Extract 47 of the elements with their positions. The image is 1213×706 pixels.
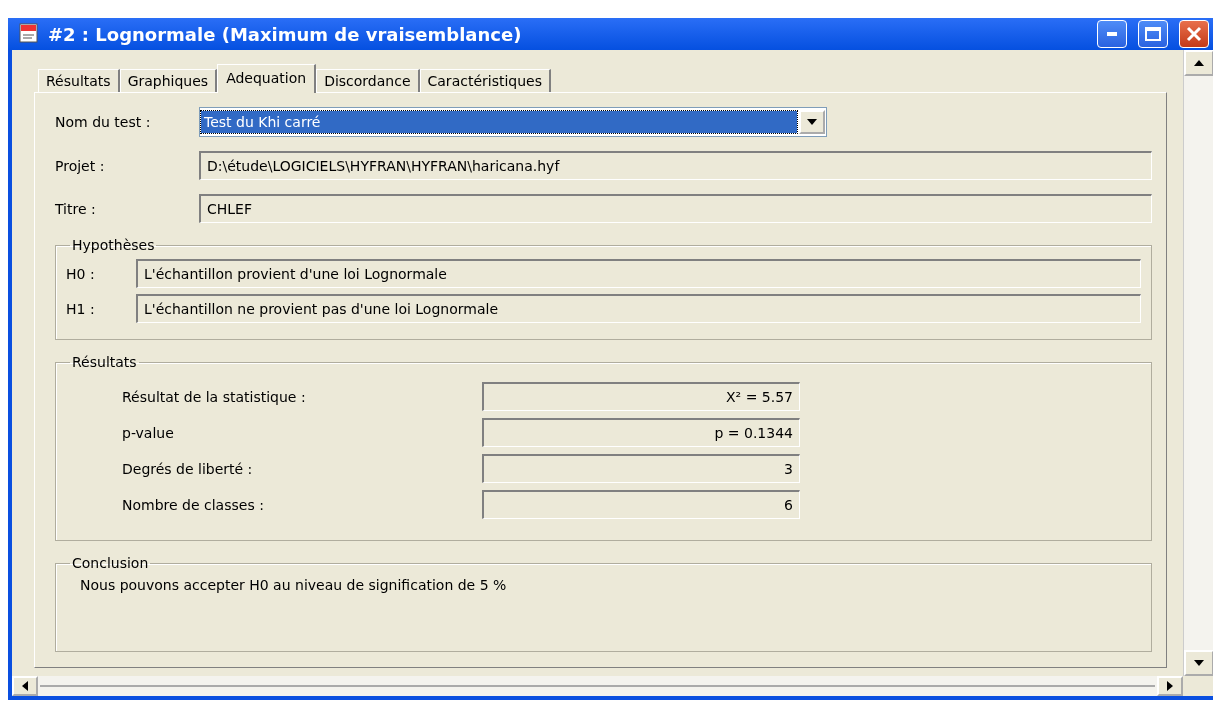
scroll-thumb[interactable]: [40, 685, 1155, 687]
maximize-button[interactable]: [1138, 20, 1168, 48]
minimize-button[interactable]: [1097, 20, 1127, 48]
tab[interactable]: Discordance: [316, 69, 420, 92]
down-arrow-icon: [1194, 659, 1204, 667]
dropdown-button[interactable]: [799, 110, 825, 134]
text-field[interactable]: L'échantillon ne provient pas d'une loi Lognormale: [136, 294, 1141, 323]
result-field[interactable]: 6: [482, 490, 800, 519]
result-field[interactable]: 3: [482, 454, 800, 483]
scroll-up-button[interactable]: [1184, 50, 1213, 76]
right-arrow-icon: [1166, 681, 1174, 691]
group-title: Résultats: [71, 354, 138, 370]
result-label: Degrés de liberté :: [122, 460, 254, 477]
window-title: #2 : Lognormale (Maximum de vraisemblance): [48, 23, 523, 45]
field-label: Nom du test :: [55, 114, 152, 130]
maximize-icon: [1145, 27, 1161, 41]
result-label: Nombre de classes :: [122, 496, 265, 513]
test-dropdown[interactable]: Test du Khi carré: [199, 107, 827, 137]
scroll-down-button[interactable]: [1184, 650, 1213, 676]
group-title: Conclusion: [71, 555, 150, 571]
field-label: Titre :: [55, 200, 97, 217]
result-label: p-value: [122, 424, 175, 441]
hypothesis-label: H1 :: [66, 300, 96, 317]
dropdown-value: Test du Khi carré: [201, 111, 797, 133]
result-label: Résultat de la statistique :: [122, 388, 307, 405]
scroll-left-button[interactable]: [12, 676, 38, 696]
text-field[interactable]: CHLEF: [199, 194, 1152, 223]
result-field[interactable]: X² = 5.57: [482, 382, 800, 411]
conclusion-text: Nous pouvons accepter H0 au niveau de signification de 5 %: [79, 577, 508, 595]
hypothesis-label: H0 :: [66, 265, 96, 282]
up-arrow-icon: [1194, 59, 1204, 67]
minimize-icon: [1107, 32, 1117, 36]
group-title: Hypothèses: [71, 237, 156, 253]
close-icon: [1186, 26, 1202, 42]
document-icon: [18, 23, 40, 45]
result-field[interactable]: p = 0.1344: [482, 418, 800, 447]
caret-icon: [807, 118, 817, 126]
field-label: Projet :: [55, 157, 106, 174]
tab[interactable]: Graphiques: [119, 69, 218, 92]
left-arrow-icon: [21, 681, 29, 691]
text-field[interactable]: D:\étude\LOGICIELS\HYFRAN\HYFRAN\haricana.hyf: [199, 151, 1152, 180]
tab[interactable]: Caractéristiques: [419, 69, 551, 92]
tab[interactable]: Adequation: [217, 64, 317, 93]
tab[interactable]: Résultats: [38, 69, 120, 92]
text-field[interactable]: L'échantillon provient d'une loi Lognormale: [136, 259, 1141, 288]
scroll-right-button[interactable]: [1157, 676, 1183, 696]
close-button[interactable]: [1179, 20, 1209, 48]
